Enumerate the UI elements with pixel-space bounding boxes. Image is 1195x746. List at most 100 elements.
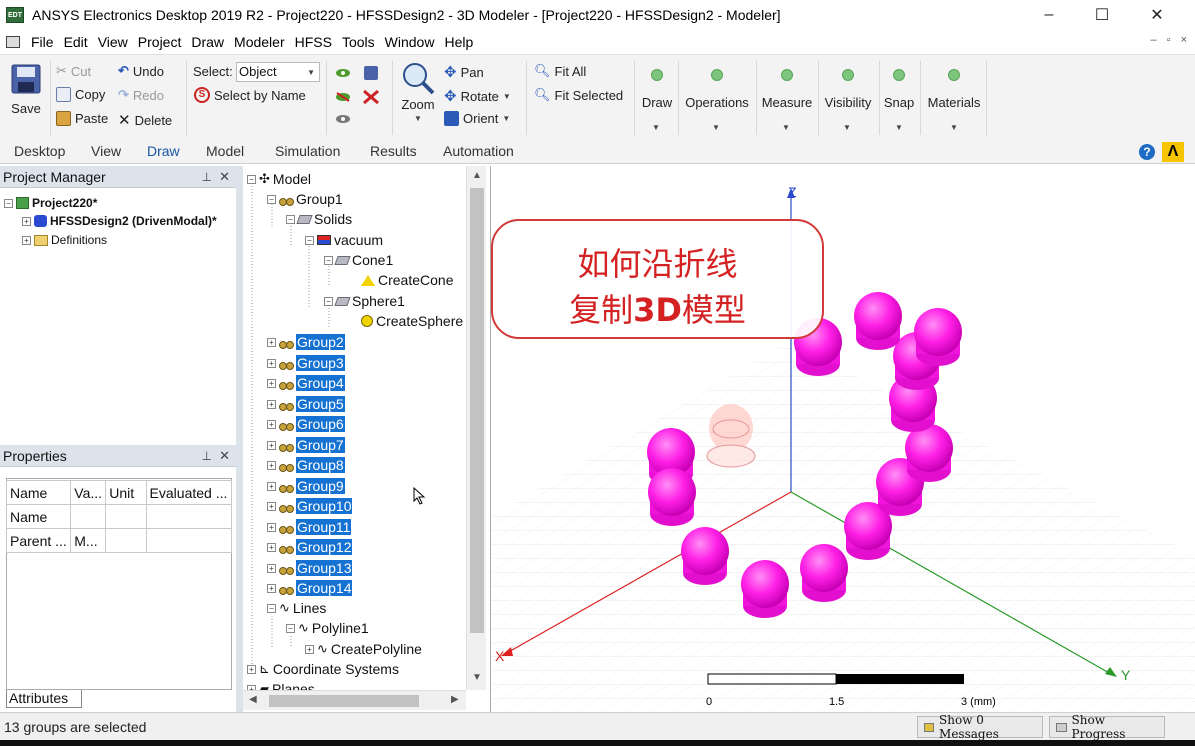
expand-icon[interactable]: + [267,440,276,450]
tree-node-group[interactable]: + Group9 [267,476,345,496]
copied-model-9[interactable] [905,424,953,482]
tab-draw[interactable]: Draw [147,143,180,159]
undo-button[interactable]: ↶ Undo [118,63,164,79]
pan-button[interactable]: ✥ Pan [444,63,484,81]
tree-node-group[interactable]: + Group2 [267,332,345,352]
table-row[interactable]: Name [5,504,233,529]
tab-simulation[interactable]: Simulation [275,143,340,159]
collapse-icon[interactable]: − [286,623,295,633]
scroll-left-icon[interactable]: ◀ [249,694,257,705]
tree-node-group[interactable]: + Group7 [267,435,345,455]
select-mode-dropdown[interactable]: Object ▼ [236,62,320,82]
scroll-right-icon[interactable]: ▶ [451,694,459,705]
measure-group-button[interactable]: Measure [759,69,815,110]
column-header-name[interactable]: Name [5,480,72,505]
collapse-icon[interactable]: − [286,214,295,224]
menu-file[interactable]: File [26,34,59,50]
mdi-restore-button[interactable]: ▫ [1167,34,1171,46]
save-button[interactable]: Save [10,63,42,116]
tree-node-group[interactable]: + Group5 [267,394,345,414]
operations-group-button[interactable]: Operations [682,69,752,110]
collapse-icon[interactable]: − [267,194,276,204]
copied-model-12[interactable] [914,308,962,366]
menu-modeler[interactable]: Modeler [229,34,290,50]
visibility-group-button[interactable]: Visibility [821,69,875,110]
menu-edit[interactable]: Edit [59,34,93,50]
tree-node-group[interactable]: + Group3 [267,353,345,373]
expand-icon[interactable]: + [267,378,276,388]
attributes-tab[interactable]: Attributes [6,690,82,708]
tree-node-group[interactable]: + Group11 [267,517,352,537]
select-by-name-button[interactable]: S Select by Name [194,87,306,103]
tree-node-group1[interactable]: − Group1 [267,189,343,209]
expand-icon[interactable]: + [267,501,276,511]
tree-node-group[interactable]: + Group8 [267,455,345,475]
column-header-value[interactable]: Va... [70,480,107,505]
expand-icon[interactable]: + [267,419,276,429]
expand-icon[interactable]: + [267,481,276,491]
tree-node-group[interactable]: + Group6 [267,414,345,434]
copied-model-3[interactable] [648,468,696,526]
tree-node-group[interactable]: + Group4 [267,373,345,393]
menu-view[interactable]: View [93,34,133,50]
copied-model-13[interactable] [854,292,902,350]
collapse-icon[interactable]: − [305,235,314,245]
mdi-close-button[interactable]: × [1181,34,1187,46]
tree-node-cone1[interactable]: − Cone1 [324,250,393,270]
tree-node-vacuum[interactable]: − vacuum [305,230,383,250]
collapse-icon[interactable]: − [324,255,333,265]
menu-project[interactable]: Project [133,34,187,50]
menu-hfss[interactable]: HFSS [290,34,337,50]
tree-horizontal-scrollbar[interactable]: ◀ ▶ [243,690,466,710]
visibility-tools-icons[interactable] [334,63,384,131]
definitions-node[interactable]: + Definitions [22,233,107,247]
fit-selected-button[interactable]: 🔍︎ Fit Selected [534,87,623,103]
show-messages-button[interactable]: Show 0 Messages [917,713,1043,741]
zoom-button[interactable]: Zoom ▼ [400,61,436,123]
collapse-icon[interactable]: − [4,198,13,208]
tree-node-lines[interactable]: − ∿ Lines [267,598,326,618]
paste-button[interactable]: Paste [56,111,108,126]
minimize-button[interactable]: – [1026,0,1072,30]
help-icon[interactable]: ? [1139,144,1155,160]
expand-icon[interactable]: + [267,358,276,368]
tab-automation[interactable]: Automation [443,143,514,159]
column-header-evaluated[interactable]: Evaluated ... [145,480,233,505]
snap-group-button[interactable]: Snap [882,69,916,110]
tree-node-coordinate-systems[interactable]: + ⊾ Coordinate Systems [247,659,399,679]
tree-vertical-scrollbar[interactable]: ▲ ▼ [466,166,486,690]
delete-button[interactable]: ✕ Delete [118,111,172,129]
pin-icon[interactable]: ⊥ [202,445,212,467]
copied-model-6[interactable] [800,544,848,602]
document-menu-icon[interactable] [6,36,20,48]
close-icon[interactable]: ✕ [219,166,230,188]
fit-all-button[interactable]: 🔍︎ Fit All [534,63,586,79]
tree-node-group[interactable]: + Group12 [267,537,353,557]
tree-node-create-cone[interactable]: CreateCone [361,270,454,290]
menu-tools[interactable]: Tools [337,34,380,50]
expand-icon[interactable]: + [267,542,276,552]
expand-icon[interactable]: + [267,563,276,573]
copied-model-5[interactable] [741,560,789,618]
materials-group-button[interactable]: Materials [924,69,984,110]
collapse-icon[interactable]: − [247,174,256,184]
rotate-button[interactable]: ✥ Rotate ▼ [444,87,511,105]
scroll-down-icon[interactable]: ▼ [472,672,482,683]
mdi-minimize-button[interactable]: – [1151,34,1157,46]
collapse-icon[interactable]: − [324,296,333,306]
maximize-button[interactable]: ☐ [1079,0,1125,30]
tree-node-planes[interactable]: + ▰ Planes [247,679,315,690]
orient-button[interactable]: Orient ▼ [444,111,510,126]
expand-icon[interactable]: + [22,235,31,245]
3d-viewport[interactable]: Z X Y 0 1.5 3 (mm) 如何沿折线 复制3D模型 [490,166,1195,712]
menu-window[interactable]: Window [380,34,440,50]
expand-icon[interactable]: + [22,216,31,226]
tree-node-create-polyline[interactable]: + ∿ CreatePolyline [305,639,422,659]
tab-results[interactable]: Results [370,143,417,159]
expand-icon[interactable]: + [267,583,276,593]
tab-model[interactable]: Model [206,143,244,159]
tree-node-polyline1[interactable]: − ∿ Polyline1 [286,618,369,638]
menu-draw[interactable]: Draw [186,34,229,50]
tree-node-group[interactable]: + Group10 [267,496,353,516]
cut-button[interactable]: ✂ Cut [56,63,91,79]
